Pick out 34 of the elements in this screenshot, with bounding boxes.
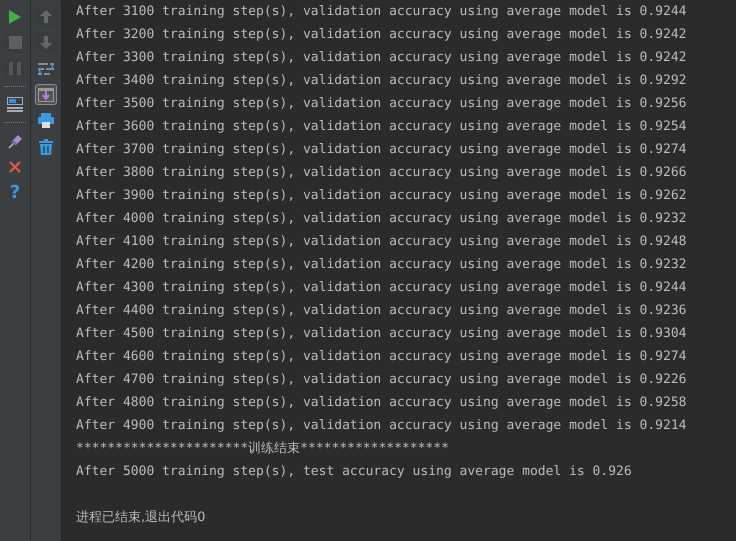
printer-icon[interactable]: [38, 113, 54, 128]
scroll-to-end-icon[interactable]: [38, 88, 54, 102]
trash-icon[interactable]: [39, 138, 53, 154]
console-line: After 4800 training step(s), validation accuracy using average model is 0.9258: [76, 394, 688, 412]
console-line: After 3200 training step(s), validation accuracy using average model is 0.9242: [76, 26, 688, 44]
console-line: After 3100 training step(s), validation accuracy using average model is 0.9244: [76, 3, 688, 21]
console-line: **********************训练结束*******************: [76, 440, 450, 458]
console-line: After 4000 training step(s), validation accuracy using average model is 0.9232: [76, 210, 688, 228]
pin-icon: [7, 132, 23, 148]
console-line: After 3800 training step(s), validation accuracy using average model is 0.9266: [76, 164, 688, 182]
close-icon: [9, 160, 21, 172]
console-line: After 3900 training step(s), validation accuracy using average model is 0.9262: [76, 187, 688, 205]
console-line: After 3500 training step(s), validation accuracy using average model is 0.9256: [76, 95, 688, 113]
console-line: After 3700 training step(s), validation accuracy using average model is 0.9274: [76, 141, 688, 159]
exit-message: 进程已结束,退出代码0: [76, 509, 206, 527]
console-line: After 4500 training step(s), validation accuracy using average model is 0.9304: [76, 325, 688, 343]
layout-icon: [7, 97, 23, 112]
console-line: After 4900 training step(s), validation accuracy using average model is 0.9214: [76, 417, 688, 435]
console-line: After 4400 training step(s), validation accuracy using average model is 0.9236: [76, 302, 688, 320]
console-line: After 3600 training step(s), validation accuracy using average model is 0.9254: [76, 118, 688, 136]
console-line: After 4300 training step(s), validation accuracy using average model is 0.9244: [76, 279, 688, 297]
console-line: After 4600 training step(s), validation accuracy using average model is 0.9274: [76, 348, 688, 366]
stop-icon: [8, 36, 22, 49]
run-icon: [8, 8, 22, 24]
soft-wrap-icon[interactable]: [38, 62, 54, 76]
console-line: After 5000 training step(s), test accuracy using average model is 0.926: [76, 463, 633, 481]
console-line: After 4200 training step(s), validation accuracy using average model is 0.9232: [76, 256, 688, 274]
console-line: After 4100 training step(s), validation accuracy using average model is 0.9248: [76, 233, 688, 251]
console-line: After 3300 training step(s), validation accuracy using average model is 0.9242: [76, 49, 688, 67]
toolbar-button[interactable]: [4, 94, 26, 115]
console-line: After 4700 training step(s), validation accuracy using average model is 0.9226: [76, 371, 688, 389]
pause-icon: [9, 62, 21, 75]
console-line: After 3400 training step(s), validation accuracy using average model is 0.9292: [76, 72, 688, 90]
help-icon[interactable]: ?: [10, 182, 20, 203]
